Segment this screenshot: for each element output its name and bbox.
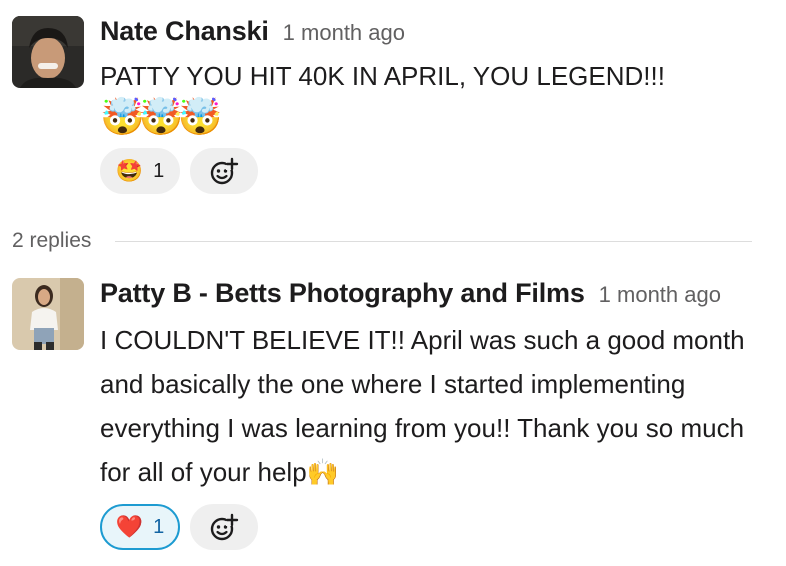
heart-icon: ❤️: [115, 514, 144, 539]
reaction-star-struck[interactable]: 🤩 1: [100, 148, 180, 194]
message-timestamp[interactable]: 1 month ago: [599, 282, 721, 308]
message-timestamp[interactable]: 1 month ago: [283, 20, 405, 46]
replies-count: 2 replies: [12, 229, 92, 252]
replies-divider: 2 replies: [12, 228, 752, 254]
avatar[interactable]: [12, 16, 84, 88]
reaction-count: 1: [153, 515, 165, 538]
reactions-bar: ❤️ 1: [100, 504, 766, 550]
exploding-head-emoji: 🤯🤯🤯: [100, 96, 222, 137]
message-author[interactable]: Patty B - Betts Photography and Films: [100, 278, 585, 309]
add-emoji-icon: [210, 157, 239, 185]
message-author[interactable]: Nate Chanski: [100, 16, 269, 47]
star-struck-icon: 🤩: [115, 158, 144, 183]
add-reaction-button[interactable]: [190, 504, 258, 550]
add-reaction-button[interactable]: [190, 148, 258, 194]
reaction-heart[interactable]: ❤️ 1: [100, 504, 180, 550]
avatar[interactable]: [12, 278, 84, 350]
message-text: I COULDN'T BELIEVE IT!! April was such a…: [100, 325, 745, 487]
reaction-count: 1: [153, 159, 165, 182]
add-emoji-icon: [210, 513, 239, 541]
reactions-bar: 🤩 1: [100, 148, 766, 194]
divider-line: [115, 240, 752, 242]
message-text: PATTY YOU HIT 40K IN APRIL, YOU LEGEND!!…: [100, 61, 665, 91]
